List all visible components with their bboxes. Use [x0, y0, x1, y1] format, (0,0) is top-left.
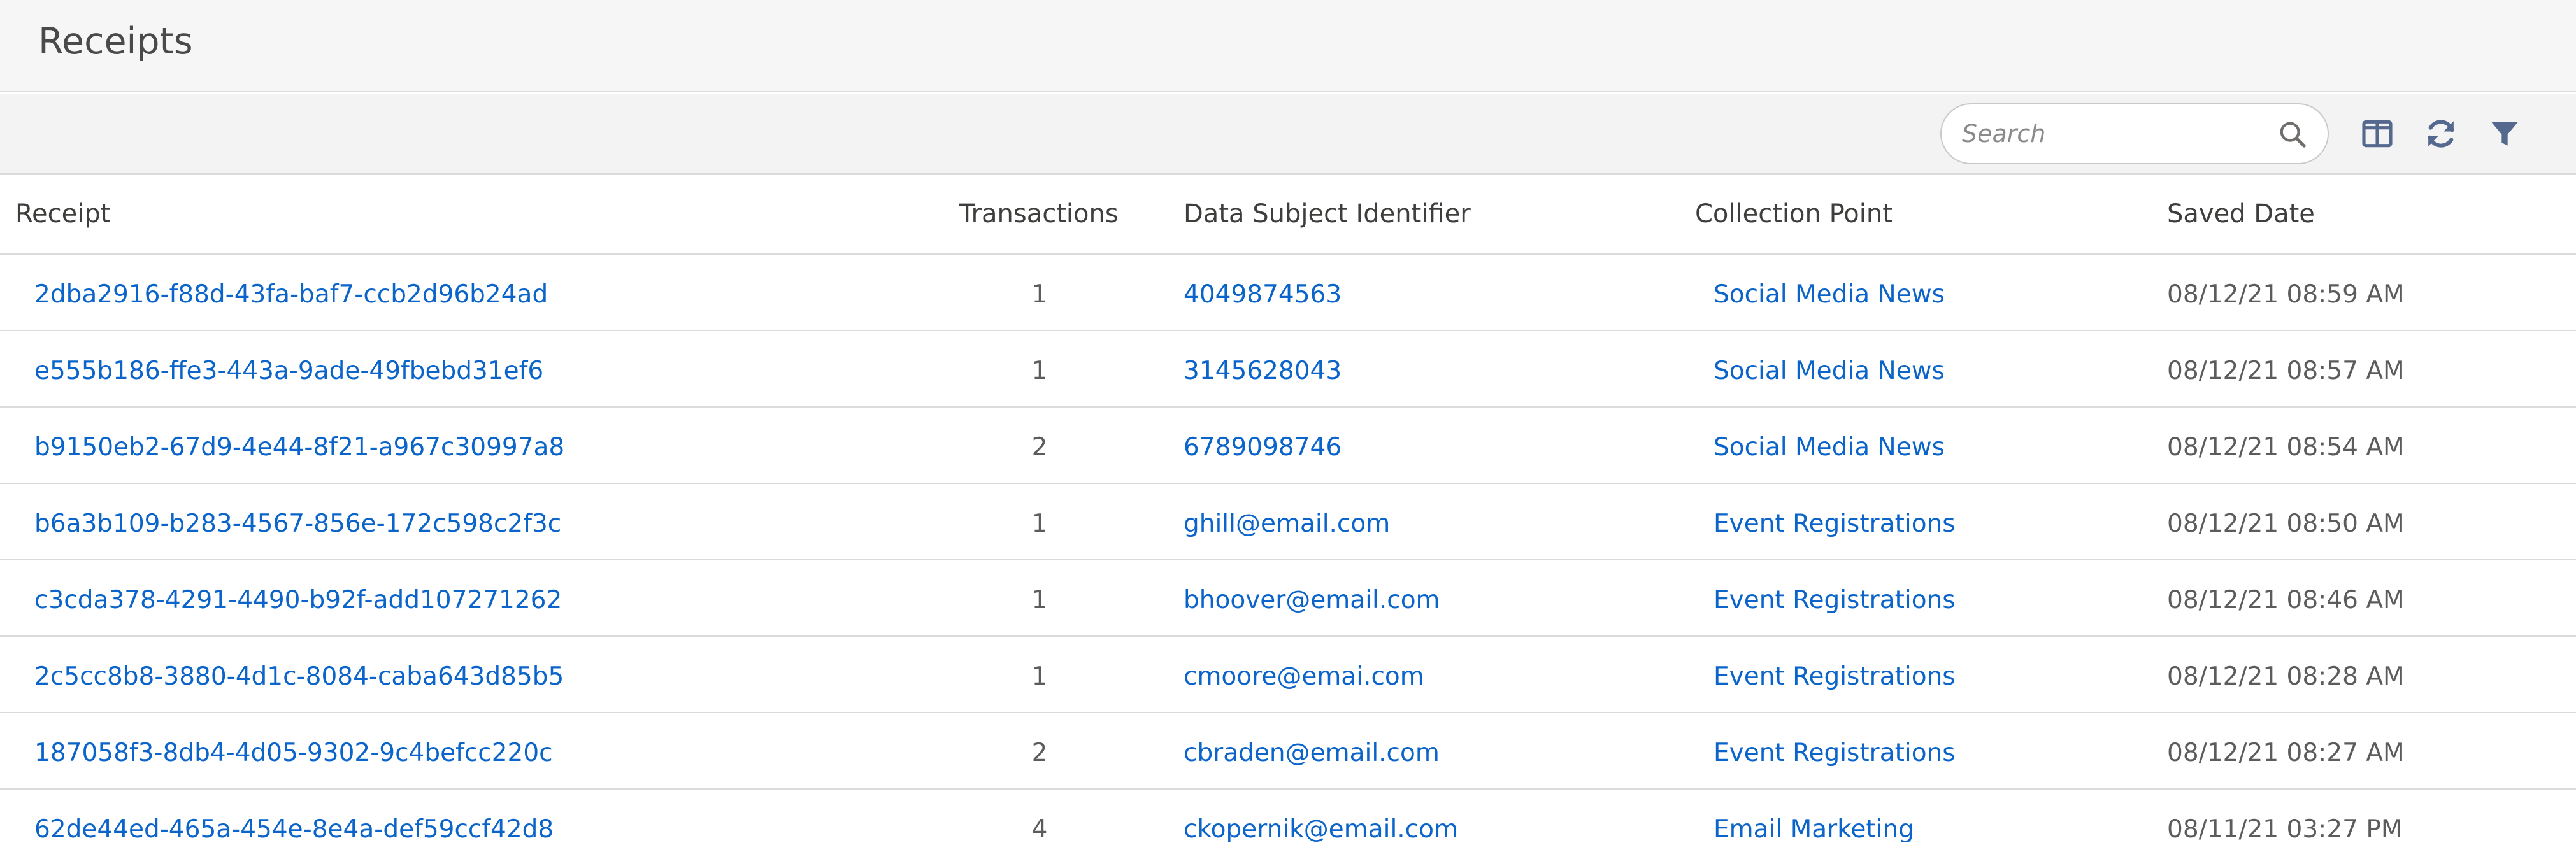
transactions-count: 1	[1031, 662, 1048, 691]
collection-point-link[interactable]: Social Media News	[1714, 433, 1945, 462]
column-header-receipt[interactable]: Receipt	[15, 199, 110, 229]
table-row: b6a3b109-b283-4567-856e-172c598c2f3c 1 g…	[0, 484, 2576, 560]
receipts-table: Receipt Transactions Data Subject Identi…	[0, 175, 2576, 866]
table-row: b9150eb2-67d9-4e44-8f21-a967c30997a8 2 6…	[0, 408, 2576, 484]
saved-date: 08/12/21 08:59 AM	[2167, 280, 2405, 309]
receipt-link[interactable]: 187058f3-8db4-4d05-9302-9c4befcc220c	[34, 739, 553, 767]
transactions-count: 1	[1031, 357, 1048, 385]
receipt-link[interactable]: b9150eb2-67d9-4e44-8f21-a967c30997a8	[34, 433, 564, 462]
data-subject-identifier-link[interactable]: ghill@email.com	[1184, 509, 1390, 538]
column-header-saved-date[interactable]: Saved Date	[2167, 199, 2315, 229]
data-subject-identifier-link[interactable]: cmoore@emai.com	[1184, 662, 1424, 691]
search-input[interactable]	[1961, 104, 2266, 163]
collection-point-link[interactable]: Email Marketing	[1714, 815, 1914, 844]
saved-date: 08/12/21 08:27 AM	[2167, 739, 2405, 767]
table-row: e555b186-ffe3-443a-9ade-49fbebd31ef6 1 3…	[0, 331, 2576, 408]
search-icon[interactable]	[2278, 120, 2307, 149]
toolbar	[0, 94, 2576, 175]
saved-date: 08/12/21 08:46 AM	[2167, 586, 2405, 614]
page-header: Receipts	[0, 0, 2576, 92]
data-subject-identifier-link[interactable]: 3145628043	[1184, 357, 1342, 385]
collection-point-link[interactable]: Event Registrations	[1714, 739, 1956, 767]
table-row: 2dba2916-f88d-43fa-baf7-ccb2d96b24ad 1 4…	[0, 255, 2576, 331]
column-header-transactions[interactable]: Transactions	[959, 199, 1119, 229]
data-subject-identifier-link[interactable]: bhoover@email.com	[1184, 586, 1440, 614]
collection-point-link[interactable]: Event Registrations	[1714, 509, 1956, 538]
collection-point-link[interactable]: Event Registrations	[1714, 662, 1956, 691]
receipt-link[interactable]: e555b186-ffe3-443a-9ade-49fbebd31ef6	[34, 357, 543, 385]
saved-date: 08/12/21 08:54 AM	[2167, 433, 2405, 462]
receipt-link[interactable]: b6a3b109-b283-4567-856e-172c598c2f3c	[34, 509, 561, 538]
transactions-count: 1	[1031, 509, 1048, 538]
collection-point-link[interactable]: Social Media News	[1714, 280, 1945, 309]
receipt-link[interactable]: 62de44ed-465a-454e-8e4a-def59ccf42d8	[34, 815, 554, 844]
data-subject-identifier-link[interactable]: 4049874563	[1184, 280, 1342, 309]
filter-icon[interactable]	[2487, 116, 2522, 152]
saved-date: 08/11/21 03:27 PM	[2167, 815, 2403, 844]
receipt-link[interactable]: 2c5cc8b8-3880-4d1c-8084-caba643d85b5	[34, 662, 564, 691]
collection-point-link[interactable]: Event Registrations	[1714, 586, 1956, 614]
receipt-link[interactable]: c3cda378-4291-4490-b92f-add107271262	[34, 586, 562, 614]
table-row: 187058f3-8db4-4d05-9302-9c4befcc220c 2 c…	[0, 713, 2576, 790]
transactions-count: 1	[1031, 280, 1048, 309]
transactions-count: 2	[1031, 739, 1048, 767]
search-box[interactable]	[1940, 103, 2329, 164]
transactions-count: 4	[1031, 815, 1048, 844]
refresh-icon[interactable]	[2423, 116, 2459, 152]
saved-date: 08/12/21 08:57 AM	[2167, 357, 2405, 385]
data-subject-identifier-link[interactable]: 6789098746	[1184, 433, 1342, 462]
page-title: Receipts	[38, 20, 193, 62]
saved-date: 08/12/21 08:28 AM	[2167, 662, 2405, 691]
columns-icon[interactable]	[2359, 116, 2395, 152]
table-header: Receipt Transactions Data Subject Identi…	[0, 175, 2576, 255]
receipt-link[interactable]: 2dba2916-f88d-43fa-baf7-ccb2d96b24ad	[34, 280, 548, 309]
transactions-count: 2	[1031, 433, 1048, 462]
table-row: 2c5cc8b8-3880-4d1c-8084-caba643d85b5 1 c…	[0, 637, 2576, 713]
data-subject-identifier-link[interactable]: ckopernik@email.com	[1184, 815, 1458, 844]
table-row: 62de44ed-465a-454e-8e4a-def59ccf42d8 4 c…	[0, 790, 2576, 866]
collection-point-link[interactable]: Social Media News	[1714, 357, 1945, 385]
saved-date: 08/12/21 08:50 AM	[2167, 509, 2405, 538]
data-subject-identifier-link[interactable]: cbraden@email.com	[1184, 739, 1440, 767]
table-row: c3cda378-4291-4490-b92f-add107271262 1 b…	[0, 560, 2576, 637]
column-header-data-subject-identifier[interactable]: Data Subject Identifier	[1184, 199, 1471, 229]
column-header-collection-point[interactable]: Collection Point	[1695, 199, 1893, 229]
transactions-count: 1	[1031, 586, 1048, 614]
